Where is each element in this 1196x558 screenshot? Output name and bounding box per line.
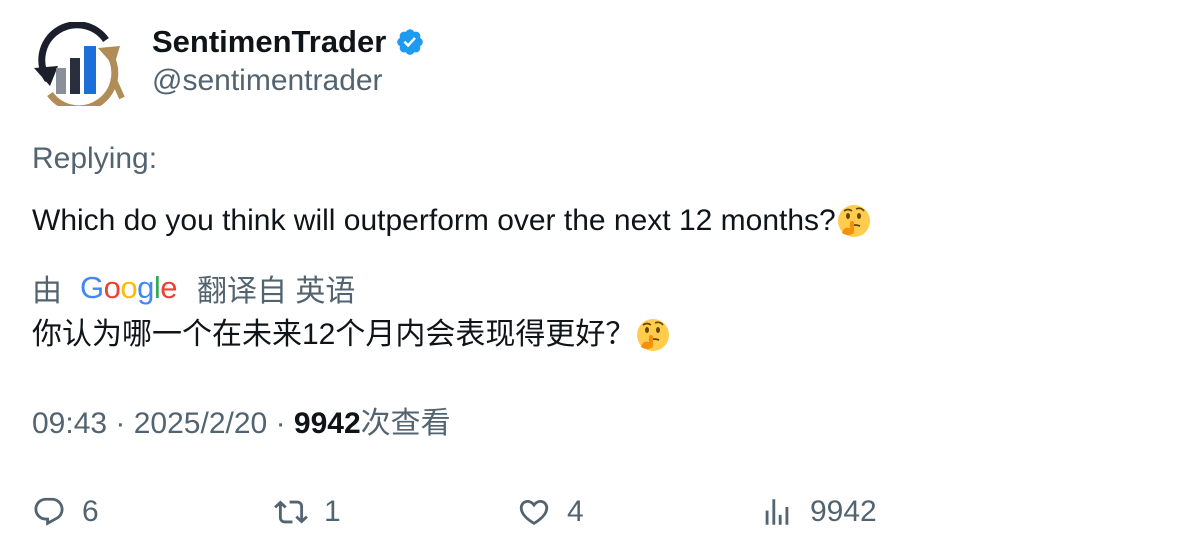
translation-attribution[interactable]: 由 Google 翻译自 英语 (32, 268, 355, 308)
thinking-face-icon (635, 317, 671, 353)
views-action-count: 9942 (810, 495, 877, 528)
translated-text: 你认为哪一个在未来12个月内会表现得更好？ (32, 314, 671, 356)
verified-badge-icon[interactable] (395, 27, 425, 57)
bar-chart-icon (765, 499, 789, 525)
tweet-date[interactable]: 2025/2/20 (134, 407, 267, 440)
thinking-face-icon (836, 203, 872, 239)
like-count: 4 (567, 495, 584, 528)
author-display-name[interactable]: SentimenTrader (152, 22, 386, 62)
meta-separator: · (275, 407, 294, 440)
tweet-meta: 09:43 · 2025/2/20 · 9942次查看 (32, 404, 451, 444)
reply-count: 6 (82, 495, 99, 528)
tweet-text-content: Which do you think will outperform over … (32, 204, 836, 237)
replying-label: Replying: (32, 142, 158, 175)
views-count: 9942 (293, 407, 361, 440)
reply-bubble-icon (34, 497, 64, 526)
views-label: 次查看 (360, 407, 451, 440)
like-button[interactable]: 4 (517, 490, 584, 534)
views-button[interactable]: 9942 (760, 490, 877, 534)
heart-icon (519, 499, 549, 525)
retweet-button[interactable]: 1 (274, 490, 341, 534)
google-logo-icon: Google (80, 270, 178, 305)
translation-suffix: 翻译自 英语 (197, 275, 356, 308)
sentimentrader-logo-icon (34, 21, 125, 113)
tweet-text: Which do you think will outperform over … (32, 200, 872, 242)
reply-button[interactable]: 6 (32, 490, 99, 534)
meta-separator: · (115, 407, 134, 440)
author-name-row: SentimenTrader (152, 22, 425, 62)
translation-prefix: 由 (32, 275, 62, 308)
author-handle[interactable]: @sentimentrader (152, 62, 383, 100)
translated-text-content: 你认为哪一个在未来12个月内会表现得更好？ (32, 318, 636, 351)
tweet-actions: 6 1 4 9942 (0, 490, 1196, 534)
avatar[interactable] (28, 21, 128, 113)
tweet-time[interactable]: 09:43 (32, 407, 107, 440)
retweet-icon (274, 500, 308, 524)
retweet-count: 1 (324, 495, 341, 528)
